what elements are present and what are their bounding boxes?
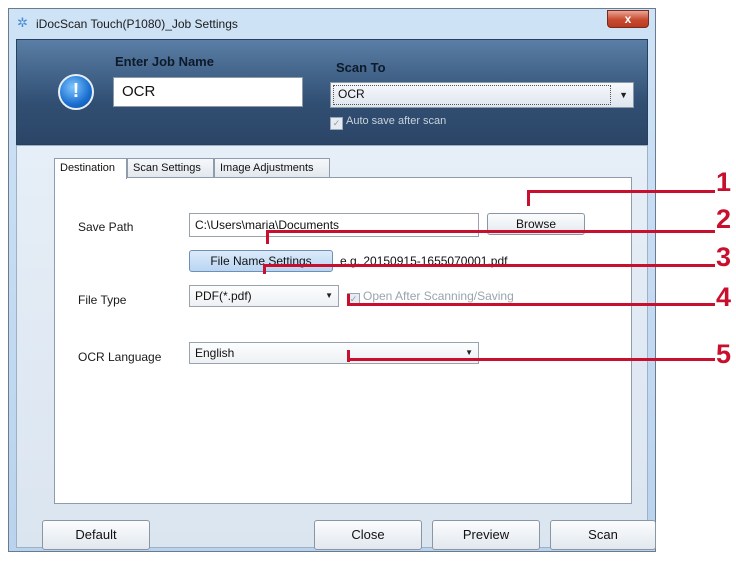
scan-to-select[interactable]: OCR ▼ [330,82,634,108]
scan-button[interactable]: Scan [550,520,656,550]
callout-line [266,230,715,233]
save-path-label: Save Path [78,220,134,234]
chevron-down-icon: ▼ [619,90,628,100]
file-name-settings-button[interactable]: File Name Settings [189,250,333,272]
scan-to-value: OCR [333,85,611,105]
title-bar: ✲ iDocScan Touch(P1080)_Job Settings x [9,9,655,39]
callout-number: 1 [716,167,732,197]
callout-number: 4 [716,282,732,312]
job-settings-window: ✲ iDocScan Touch(P1080)_Job Settings x !… [8,8,656,552]
file-type-select[interactable]: PDF(*.pdf) ▼ [189,285,339,307]
job-name-input[interactable]: OCR [113,77,303,107]
callout-number: 5 [716,339,732,369]
window-title: iDocScan Touch(P1080)_Job Settings [36,17,238,31]
chevron-down-icon: ▼ [465,348,473,357]
callout-line [347,303,715,306]
callout-line [347,358,715,361]
auto-save-label: Auto save after scan [346,115,447,127]
scan-to-label: Scan To [336,60,386,75]
close-window-button[interactable]: x [607,10,649,28]
settings-panel: Destination Scan Settings Image Adjustme… [16,145,656,550]
preview-button[interactable]: Preview [432,520,540,550]
callout-line [263,264,715,267]
callout-number: 2 [716,204,732,234]
close-button[interactable]: Close [314,520,422,550]
callout-number: 3 [716,242,732,272]
open-after-label: Open After Scanning/Saving [363,289,514,303]
file-type-value: PDF(*.pdf) [195,289,252,303]
job-name-label: Enter Job Name [115,54,214,69]
file-type-label: File Type [78,293,127,307]
tab-scan-settings[interactable]: Scan Settings [127,158,214,178]
job-header: ! Enter Job Name OCR Scan To OCR ▼ ✓ Auto… [16,39,648,145]
ocr-language-value: English [195,346,235,360]
auto-save-checkbox[interactable]: ✓ Auto save after scan [330,115,446,130]
ocr-language-label: OCR Language [78,350,162,364]
tab-image-adjustments[interactable]: Image Adjustments [214,158,330,178]
callout-line [527,190,715,193]
info-logo-icon: ! [58,74,94,110]
destination-tab-content: Save Path C:\Users\maria\Documents Brows… [54,177,632,504]
tab-destination[interactable]: Destination [54,158,127,179]
chevron-down-icon: ▼ [325,291,333,300]
default-button[interactable]: Default [42,520,150,550]
gear-icon: ✲ [17,15,28,30]
checkbox-check-icon: ✓ [330,117,343,130]
save-path-input[interactable]: C:\Users\maria\Documents [189,213,479,237]
